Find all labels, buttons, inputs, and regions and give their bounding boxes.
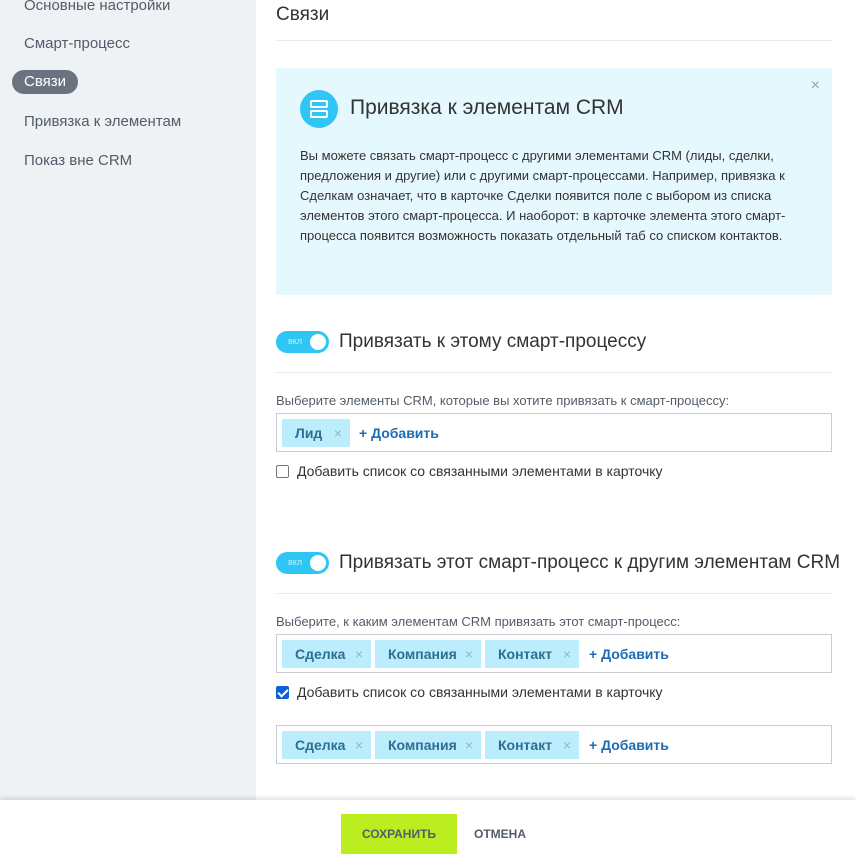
- toggle-label: вкл: [288, 336, 303, 346]
- tag-label: Лид: [295, 425, 323, 441]
- bind-to-crm-toggle[interactable]: вкл: [276, 552, 329, 574]
- field-label: Выберите, к каким элементам CRM привязат…: [276, 614, 681, 629]
- divider: [276, 593, 832, 594]
- toggle-label: вкл: [288, 557, 303, 567]
- tag-label: Контакт: [498, 737, 553, 753]
- remove-icon[interactable]: ×: [334, 419, 342, 447]
- divider: [276, 40, 832, 41]
- tag-label: Компания: [388, 646, 457, 662]
- toggle-knob: [310, 334, 326, 350]
- sidebar-item-binding[interactable]: Привязка к элементам: [24, 113, 181, 130]
- tag-company: Компания ×: [375, 731, 481, 759]
- add-button[interactable]: + Добавить: [589, 731, 669, 759]
- checkbox-label[interactable]: Добавить список со связанными элементами…: [297, 684, 663, 700]
- footer: Сохранить Отмена: [0, 800, 856, 865]
- remove-icon[interactable]: ×: [355, 731, 363, 759]
- page-title: Связи: [276, 4, 330, 25]
- tag-deal: Сделка ×: [282, 640, 371, 668]
- remove-icon[interactable]: ×: [465, 731, 473, 759]
- bind-to-process-toggle[interactable]: вкл: [276, 331, 329, 353]
- close-icon[interactable]: ×: [811, 77, 820, 95]
- sidebar-item-links[interactable]: Связи: [12, 70, 79, 94]
- main-panel: Связи × Привязка к элементам CRM Вы може…: [256, 0, 856, 800]
- field-label: Выберите элементы CRM, которые вы хотите…: [276, 393, 730, 408]
- tag-company: Компания ×: [375, 640, 481, 668]
- tag-label: Контакт: [498, 646, 553, 662]
- tag-deal: Сделка ×: [282, 731, 371, 759]
- related-list-checkbox[interactable]: [276, 465, 289, 478]
- crm-elements-selector[interactable]: Лид × + Добавить: [276, 413, 832, 452]
- info-box: × Привязка к элементам CRM Вы можете свя…: [276, 68, 832, 295]
- remove-icon[interactable]: ×: [355, 640, 363, 668]
- checkbox-label[interactable]: Добавить список со связанными элементами…: [297, 463, 663, 479]
- remove-icon[interactable]: ×: [563, 731, 571, 759]
- sidebar-item-main-settings[interactable]: Основные настройки: [24, 0, 170, 14]
- related-list-selector[interactable]: Сделка × Компания × Контакт × + Добавить: [276, 725, 832, 764]
- remove-icon[interactable]: ×: [465, 640, 473, 668]
- crm-elements-selector[interactable]: Сделка × Компания × Контакт × + Добавить: [276, 634, 832, 673]
- tag-label: Сделка: [295, 646, 346, 662]
- remove-icon[interactable]: ×: [563, 640, 571, 668]
- save-button[interactable]: Сохранить: [341, 814, 457, 854]
- section-title: Привязать к этому смарт-процессу: [339, 331, 647, 352]
- add-button[interactable]: + Добавить: [589, 640, 669, 668]
- toggle-knob: [310, 555, 326, 571]
- sidebar: Основные настройки Смарт-процесс Связи П…: [0, 0, 256, 800]
- sidebar-item-outside-crm[interactable]: Показ вне CRM: [24, 152, 132, 169]
- info-text: Вы можете связать смарт-процесс с другим…: [300, 148, 786, 243]
- related-list-checkbox[interactable]: [276, 686, 289, 699]
- list-icon: [300, 90, 338, 128]
- cancel-button[interactable]: Отмена: [474, 814, 526, 854]
- tag-contact: Контакт ×: [485, 731, 579, 759]
- add-button[interactable]: + Добавить: [359, 419, 439, 447]
- tag-label: Компания: [388, 737, 457, 753]
- section-title: Привязать этот смарт-процесс к другим эл…: [339, 552, 841, 573]
- info-title: Привязка к элементам CRM: [350, 96, 624, 119]
- tag-lead: Лид ×: [282, 419, 350, 447]
- tag-label: Сделка: [295, 737, 346, 753]
- divider: [276, 372, 832, 373]
- sidebar-item-smart-process[interactable]: Смарт-процесс: [24, 35, 130, 52]
- tag-contact: Контакт ×: [485, 640, 579, 668]
